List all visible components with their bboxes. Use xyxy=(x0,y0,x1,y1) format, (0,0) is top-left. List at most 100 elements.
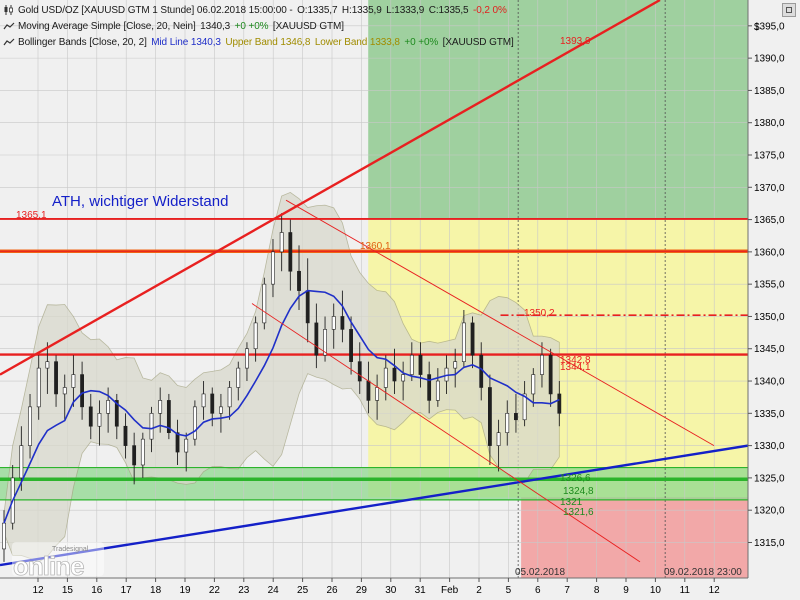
candle-body xyxy=(80,374,84,408)
candle-body xyxy=(245,348,249,369)
y-tick-label: 1330,0 xyxy=(754,441,785,452)
indicator-line-icon xyxy=(3,38,15,46)
candle-body xyxy=(288,232,293,272)
candle-body xyxy=(28,406,32,446)
candle-body xyxy=(540,354,544,375)
candle-body xyxy=(548,354,553,395)
y-tick-label: 1365,0 xyxy=(754,215,785,226)
candle-body xyxy=(427,374,432,401)
y-tick-label: 1340,0 xyxy=(754,377,785,388)
candle-body xyxy=(175,432,180,453)
candle-body xyxy=(184,438,189,453)
candle-body xyxy=(236,367,241,388)
legend-bb-suffix: [XAUUSD GTM] xyxy=(442,36,514,48)
watermark-logo: Tradesignal online xyxy=(12,542,104,581)
legend-price-row[interactable]: Gold USD/OZ [XAUUSD GTM 1 Stunde] 06.02.… xyxy=(3,2,514,18)
y-tick-label: 1335,0 xyxy=(754,409,785,420)
candle-body xyxy=(253,322,258,350)
y-tick-label: 1380,0 xyxy=(754,118,785,129)
candle-body xyxy=(201,393,206,408)
x-tick-label: 24 xyxy=(268,585,280,596)
candle-body xyxy=(470,322,475,356)
legend-bollinger-row[interactable]: Bollinger Bands [Close, 20, 2] Mid Line … xyxy=(3,34,514,50)
x-tick-label: 25 xyxy=(297,585,309,596)
legend-high: H:1335,9 xyxy=(341,4,382,16)
zone-support-band xyxy=(0,467,748,500)
x-tick-label: 19 xyxy=(179,585,191,596)
legend-price-change: -0,2 0% xyxy=(472,4,507,16)
candle-body xyxy=(409,354,414,375)
level-label-1360: 1360,1 xyxy=(360,241,391,252)
legend-bb-prefix: Bollinger Bands [Close, 20, 2] xyxy=(18,36,147,48)
y-tick-label: 1395,0 xyxy=(754,21,785,32)
candle-body xyxy=(62,387,67,395)
candle-body xyxy=(488,387,492,446)
candle-body xyxy=(54,361,58,395)
y-tick-label: 1315,0 xyxy=(754,538,785,549)
candle-body xyxy=(349,329,353,362)
x-tick-label: 29 xyxy=(356,585,368,596)
x-tick-label: 12 xyxy=(709,585,721,596)
candle-body xyxy=(357,361,362,382)
candle-body xyxy=(97,413,102,427)
x-tick-label: 2 xyxy=(476,585,482,596)
legend-low: L:1333,9 xyxy=(386,4,425,16)
legend-ma-row[interactable]: Moving Average Simple [Close, 20, Nein] … xyxy=(3,18,514,34)
candle-body xyxy=(262,283,267,324)
level-label-1365: 1365,1 xyxy=(16,210,47,221)
chart-legend: Gold USD/OZ [XAUUSD GTM 1 Stunde] 06.02.… xyxy=(3,2,514,50)
candle-body xyxy=(496,432,501,446)
legend-ma-change: +0 +0% xyxy=(234,20,269,32)
candlestick-icon xyxy=(4,5,13,15)
price-chart[interactable]: ATH, wichtiger Widerstand 1365,1 1360,1 … xyxy=(0,0,800,600)
x-tick-label: 11 xyxy=(680,585,691,596)
x-tick-label: 7 xyxy=(564,585,570,596)
candle-body xyxy=(149,413,154,440)
legend-ma-value: 1340,3 xyxy=(200,20,231,32)
y-tick-label: 1375,0 xyxy=(754,150,785,161)
x-tick-label: 30 xyxy=(385,585,397,596)
x-tick-label: 23 xyxy=(238,585,250,596)
candle-body xyxy=(531,374,536,395)
candle-body xyxy=(340,316,345,330)
candle-body xyxy=(45,361,50,369)
date-label-left: 05.02.2018 xyxy=(515,567,565,578)
candle-body xyxy=(331,316,336,330)
x-tick-label: 26 xyxy=(326,585,338,596)
candle-body xyxy=(435,380,440,401)
watermark-online: online xyxy=(13,551,84,581)
candle-body xyxy=(219,406,223,414)
level-label-1393: 1393,9 xyxy=(560,36,591,47)
y-tick-label: 1390,0 xyxy=(754,54,785,65)
x-tick-label: 8 xyxy=(594,585,600,596)
legend-bb-lower: Lower Band 1333,8 xyxy=(314,36,400,48)
x-tick-label: 9 xyxy=(623,585,629,596)
legend-ma-prefix: Moving Average Simple [Close, 20, Nein] xyxy=(18,20,196,32)
candle-body xyxy=(132,445,137,466)
x-tick-label: 18 xyxy=(150,585,162,596)
legend-ma-suffix: [XAUUSD GTM] xyxy=(272,20,344,32)
candle-body xyxy=(36,367,41,408)
candle-body xyxy=(505,413,510,433)
candle-body xyxy=(375,387,380,401)
candle-body xyxy=(71,374,76,388)
legend-bb-change: +0 +0% xyxy=(404,36,439,48)
level-label-1350: 1350,2 xyxy=(524,308,555,319)
ath-annotation: ATH, wichtiger Widerstand xyxy=(52,193,228,210)
candle-body xyxy=(461,322,466,362)
x-tick-label: 6 xyxy=(535,585,541,596)
candle-body xyxy=(106,400,111,414)
level-label-1321b: 1321,6 xyxy=(563,507,594,518)
candle-body xyxy=(2,522,6,550)
candle-body xyxy=(383,367,388,388)
y-tick-label: 1325,0 xyxy=(754,473,785,484)
candle-body xyxy=(19,445,24,479)
candle-body xyxy=(140,438,145,466)
x-tick-label: 16 xyxy=(91,585,103,596)
x-tick-label: 15 xyxy=(62,585,74,596)
candle-body xyxy=(158,400,163,414)
maximize-button[interactable] xyxy=(782,3,796,17)
x-tick-label: 10 xyxy=(650,585,662,596)
indicator-line-icon xyxy=(3,22,15,30)
legend-price-prefix: Gold USD/OZ [XAUUSD GTM 1 Stunde] 06.02.… xyxy=(18,4,293,16)
